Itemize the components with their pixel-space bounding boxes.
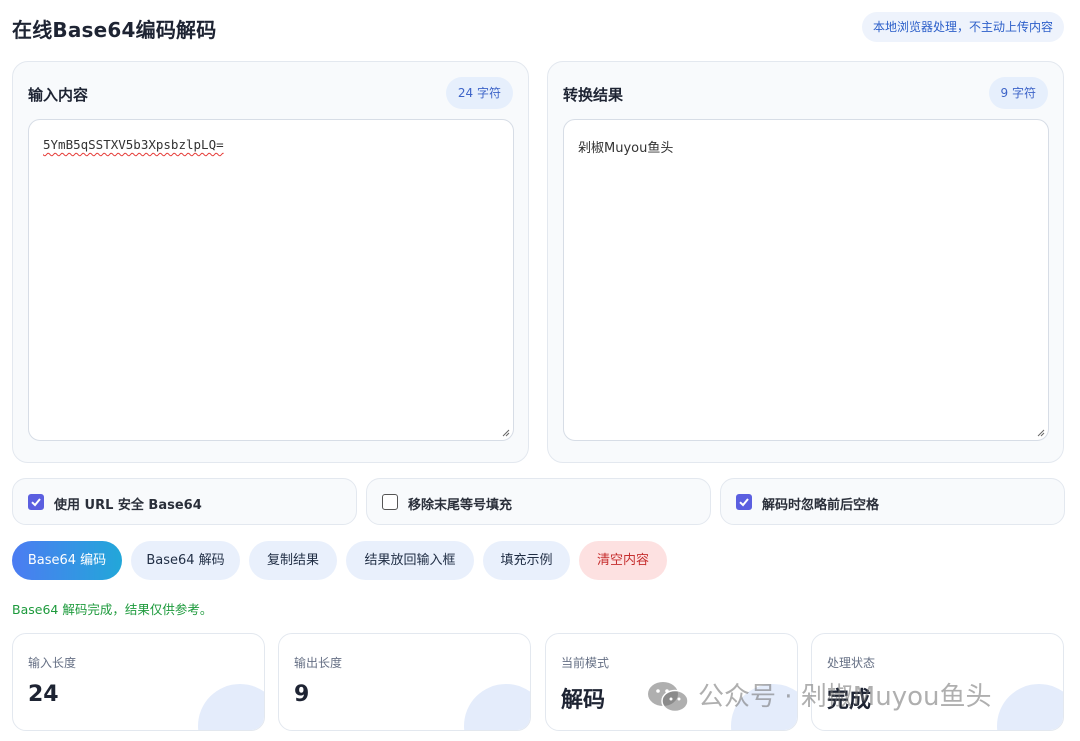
encode-button[interactable]: Base64 编码 <box>12 541 122 580</box>
local-processing-badge: 本地浏览器处理，不主动上传内容 <box>861 12 1064 42</box>
checkbox-trim-whitespace[interactable] <box>736 494 752 510</box>
stat-value: 解码 <box>561 688 606 713</box>
input-panel-title: 输入内容 <box>28 86 89 104</box>
stat-value: 9 <box>294 682 310 707</box>
option-label-url-safe: 使用 URL 安全 Base64 <box>54 498 202 513</box>
option-trim-whitespace[interactable]: 解码时忽略前后空格 <box>720 478 1065 525</box>
decorative-circle <box>997 684 1063 730</box>
input-text-value: 5YmB5qSSTXV5b3XpsbzlpLQ= <box>43 137 224 152</box>
option-remove-padding[interactable]: 移除末尾等号填充 <box>366 478 711 525</box>
wechat-icon <box>648 682 689 713</box>
stat-label: 输出长度 <box>294 656 343 670</box>
output-panel: 转换结果 9 字符 剁椒Muyou鱼头 <box>547 61 1064 463</box>
option-label-remove-padding: 移除末尾等号填充 <box>408 498 513 513</box>
resize-handle-icon[interactable] <box>1036 428 1045 437</box>
decorative-circle <box>198 684 264 730</box>
stat-label: 输入长度 <box>28 656 77 670</box>
swap-to-input-button[interactable]: 结果放回输入框 <box>346 541 474 580</box>
input-textarea[interactable]: 5YmB5qSSTXV5b3XpsbzlpLQ= <box>28 119 514 441</box>
clear-button[interactable]: 清空内容 <box>579 541 667 580</box>
output-char-count: 9 字符 <box>988 77 1048 109</box>
input-panel: 输入内容 24 字符 5YmB5qSSTXV5b3XpsbzlpLQ= <box>12 61 529 463</box>
stat-label: 当前模式 <box>561 656 610 670</box>
decorative-circle <box>464 684 530 730</box>
option-url-safe[interactable]: 使用 URL 安全 Base64 <box>12 478 357 525</box>
stat-card-input-length: 输入长度 24 <box>12 633 265 731</box>
output-panel-title: 转换结果 <box>563 86 624 104</box>
checkbox-url-safe[interactable] <box>28 494 44 510</box>
check-icon <box>739 498 749 507</box>
checkbox-remove-padding[interactable] <box>382 494 398 510</box>
output-text-value: 剁椒Muyou鱼头 <box>578 141 674 156</box>
stat-value: 24 <box>28 682 59 707</box>
status-message: Base64 解码完成，结果仅供参考。 <box>12 602 213 617</box>
check-icon <box>31 498 41 507</box>
fill-sample-button[interactable]: 填充示例 <box>483 541 570 580</box>
copy-result-button[interactable]: 复制结果 <box>249 541 337 580</box>
page-title: 在线Base64编码解码 <box>12 18 217 42</box>
option-label-trim-whitespace: 解码时忽略前后空格 <box>762 498 880 513</box>
watermark-text: 公众号 · 剁椒Muyou鱼头 <box>698 682 992 712</box>
decode-button[interactable]: Base64 解码 <box>131 541 240 580</box>
stat-label: 处理状态 <box>827 656 876 670</box>
input-char-count: 24 字符 <box>445 77 513 109</box>
stat-card-output-length: 输出长度 9 <box>278 633 531 731</box>
output-textarea[interactable]: 剁椒Muyou鱼头 <box>563 119 1049 441</box>
resize-handle-icon[interactable] <box>501 428 510 437</box>
